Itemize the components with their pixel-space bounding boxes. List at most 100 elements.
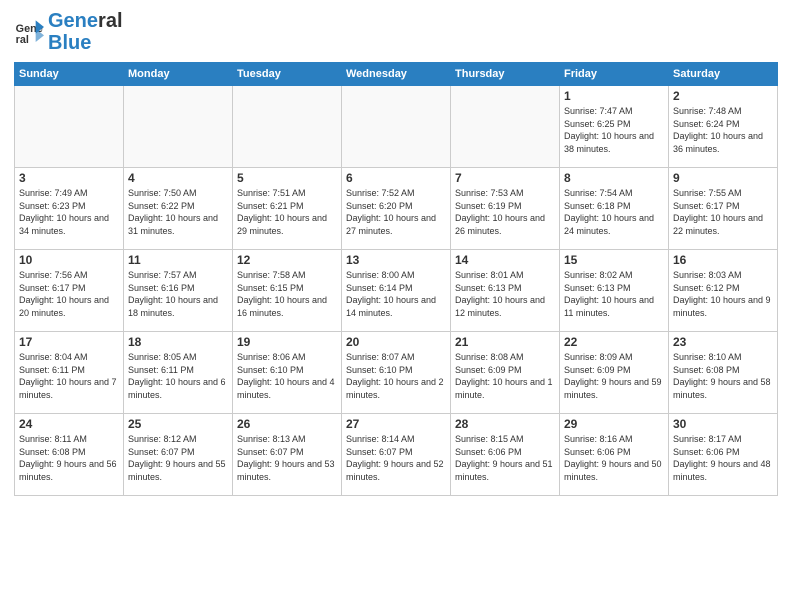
day-info: Sunrise: 7:50 AMSunset: 6:22 PMDaylight:…: [128, 187, 228, 237]
day-info: Sunrise: 8:15 AMSunset: 6:06 PMDaylight:…: [455, 433, 555, 483]
day-number: 19: [237, 335, 337, 349]
calendar-cell: [233, 86, 342, 168]
day-number: 1: [564, 89, 664, 103]
weekday-header: Wednesday: [342, 63, 451, 86]
calendar-cell: 4Sunrise: 7:50 AMSunset: 6:22 PMDaylight…: [124, 168, 233, 250]
day-info: Sunrise: 8:16 AMSunset: 6:06 PMDaylight:…: [564, 433, 664, 483]
day-number: 9: [673, 171, 773, 185]
calendar-cell: 5 Sunrise: 7:51 AMSunset: 6:21 PMDaylight…: [233, 168, 342, 250]
calendar-cell: 28 Sunrise: 8:15 AMSunset: 6:06 PMDayligh…: [451, 414, 560, 496]
day-info: Sunrise: 7:51 AMSunset: 6:21 PMDaylight:…: [237, 187, 337, 237]
day-number: 28: [455, 417, 555, 431]
day-info: Sunrise: 8:02 AMSunset: 6:13 PMDaylight:…: [564, 269, 664, 319]
calendar-cell: [15, 86, 124, 168]
calendar-cell: 29 Sunrise: 8:16 AMSunset: 6:06 PMDayligh…: [560, 414, 669, 496]
calendar-cell: 21 Sunrise: 8:08 AMSunset: 6:09 PMDayligh…: [451, 332, 560, 414]
calendar-week-row: 1 Sunrise: 7:47 AMSunset: 6:25 PMDaylight…: [15, 86, 778, 168]
day-number: 13: [346, 253, 446, 267]
day-info: Sunrise: 7:53 AMSunset: 6:19 PMDaylight:…: [455, 187, 555, 237]
weekday-header-row: SundayMondayTuesdayWednesdayThursdayFrid…: [15, 63, 778, 86]
day-number: 23: [673, 335, 773, 349]
day-info: Sunrise: 8:06 AMSunset: 6:10 PMDaylight:…: [237, 351, 337, 401]
day-number: 18: [128, 335, 228, 349]
calendar-cell: 22Sunrise: 8:09 AMSunset: 6:09 PMDayligh…: [560, 332, 669, 414]
weekday-header: Monday: [124, 63, 233, 86]
logo-text: GeneralBlue: [48, 10, 123, 54]
day-number: 6: [346, 171, 446, 185]
day-info: Sunrise: 8:07 AMSunset: 6:10 PMDaylight:…: [346, 351, 446, 401]
day-number: 21: [455, 335, 555, 349]
day-number: 8: [564, 171, 664, 185]
calendar-cell: 2 Sunrise: 7:48 AMSunset: 6:24 PMDaylight…: [669, 86, 778, 168]
day-number: 27: [346, 417, 446, 431]
calendar-cell: 17Sunrise: 8:04 AMSunset: 6:11 PMDayligh…: [15, 332, 124, 414]
day-number: 11: [128, 253, 228, 267]
day-info: Sunrise: 7:52 AMSunset: 6:20 PMDaylight:…: [346, 187, 446, 237]
calendar-cell: [124, 86, 233, 168]
day-info: Sunrise: 7:48 AMSunset: 6:24 PMDaylight:…: [673, 105, 773, 155]
day-info: Sunrise: 8:00 AMSunset: 6:14 PMDaylight:…: [346, 269, 446, 319]
calendar-week-row: 3Sunrise: 7:49 AMSunset: 6:23 PMDaylight…: [15, 168, 778, 250]
calendar-cell: 27Sunrise: 8:14 AMSunset: 6:07 PMDayligh…: [342, 414, 451, 496]
day-number: 14: [455, 253, 555, 267]
calendar-cell: 16 Sunrise: 8:03 AMSunset: 6:12 PMDayligh…: [669, 250, 778, 332]
day-info: Sunrise: 8:13 AMSunset: 6:07 PMDaylight:…: [237, 433, 337, 483]
day-info: Sunrise: 8:01 AMSunset: 6:13 PMDaylight:…: [455, 269, 555, 319]
calendar-cell: 10 Sunrise: 7:56 AMSunset: 6:17 PMDayligh…: [15, 250, 124, 332]
weekday-header: Tuesday: [233, 63, 342, 86]
day-info: Sunrise: 7:49 AMSunset: 6:23 PMDaylight:…: [19, 187, 119, 237]
day-info: Sunrise: 8:08 AMSunset: 6:09 PMDaylight:…: [455, 351, 555, 401]
calendar-cell: 20 Sunrise: 8:07 AMSunset: 6:10 PMDayligh…: [342, 332, 451, 414]
day-info: Sunrise: 7:47 AMSunset: 6:25 PMDaylight:…: [564, 105, 664, 155]
weekday-header: Saturday: [669, 63, 778, 86]
day-info: Sunrise: 7:54 AMSunset: 6:18 PMDaylight:…: [564, 187, 664, 237]
calendar-cell: [342, 86, 451, 168]
calendar-cell: [451, 86, 560, 168]
day-number: 24: [19, 417, 119, 431]
day-info: Sunrise: 8:11 AMSunset: 6:08 PMDaylight:…: [19, 433, 119, 483]
calendar-cell: 9 Sunrise: 7:55 AMSunset: 6:17 PMDaylight…: [669, 168, 778, 250]
calendar-cell: 1 Sunrise: 7:47 AMSunset: 6:25 PMDaylight…: [560, 86, 669, 168]
day-number: 29: [564, 417, 664, 431]
calendar-cell: 12 Sunrise: 7:58 AMSunset: 6:15 PMDayligh…: [233, 250, 342, 332]
day-info: Sunrise: 8:03 AMSunset: 6:12 PMDaylight:…: [673, 269, 773, 319]
day-info: Sunrise: 7:56 AMSunset: 6:17 PMDaylight:…: [19, 269, 119, 319]
calendar-cell: 11Sunrise: 7:57 AMSunset: 6:16 PMDayligh…: [124, 250, 233, 332]
day-info: Sunrise: 8:09 AMSunset: 6:09 PMDaylight:…: [564, 351, 664, 401]
calendar-cell: 14 Sunrise: 8:01 AMSunset: 6:13 PMDayligh…: [451, 250, 560, 332]
day-number: 17: [19, 335, 119, 349]
day-number: 30: [673, 417, 773, 431]
day-number: 12: [237, 253, 337, 267]
calendar-cell: 23Sunrise: 8:10 AMSunset: 6:08 PMDayligh…: [669, 332, 778, 414]
day-number: 15: [564, 253, 664, 267]
day-number: 5: [237, 171, 337, 185]
logo-icon: Gene ral: [14, 17, 44, 47]
calendar-cell: 30 Sunrise: 8:17 AMSunset: 6:06 PMDayligh…: [669, 414, 778, 496]
calendar-cell: 19 Sunrise: 8:06 AMSunset: 6:10 PMDayligh…: [233, 332, 342, 414]
day-info: Sunrise: 7:55 AMSunset: 6:17 PMDaylight:…: [673, 187, 773, 237]
weekday-header: Friday: [560, 63, 669, 86]
day-info: Sunrise: 7:58 AMSunset: 6:15 PMDaylight:…: [237, 269, 337, 319]
day-info: Sunrise: 8:12 AMSunset: 6:07 PMDaylight:…: [128, 433, 228, 483]
calendar-week-row: 17Sunrise: 8:04 AMSunset: 6:11 PMDayligh…: [15, 332, 778, 414]
main-container: Gene ral GeneralBlue SundayMondayTuesday…: [0, 0, 792, 502]
day-info: Sunrise: 8:17 AMSunset: 6:06 PMDaylight:…: [673, 433, 773, 483]
day-number: 20: [346, 335, 446, 349]
day-info: Sunrise: 8:05 AMSunset: 6:11 PMDaylight:…: [128, 351, 228, 401]
calendar-week-row: 24 Sunrise: 8:11 AMSunset: 6:08 PMDayligh…: [15, 414, 778, 496]
day-number: 2: [673, 89, 773, 103]
calendar-cell: 8 Sunrise: 7:54 AMSunset: 6:18 PMDaylight…: [560, 168, 669, 250]
day-number: 10: [19, 253, 119, 267]
calendar-cell: 24 Sunrise: 8:11 AMSunset: 6:08 PMDayligh…: [15, 414, 124, 496]
calendar-cell: 25 Sunrise: 8:12 AMSunset: 6:07 PMDayligh…: [124, 414, 233, 496]
svg-text:ral: ral: [16, 34, 29, 46]
calendar-cell: 18 Sunrise: 8:05 AMSunset: 6:11 PMDayligh…: [124, 332, 233, 414]
calendar-cell: 3Sunrise: 7:49 AMSunset: 6:23 PMDaylight…: [15, 168, 124, 250]
calendar-cell: 6 Sunrise: 7:52 AMSunset: 6:20 PMDaylight…: [342, 168, 451, 250]
day-number: 26: [237, 417, 337, 431]
calendar-cell: 15 Sunrise: 8:02 AMSunset: 6:13 PMDayligh…: [560, 250, 669, 332]
header: Gene ral GeneralBlue: [14, 10, 778, 54]
day-number: 25: [128, 417, 228, 431]
day-number: 16: [673, 253, 773, 267]
calendar-table: SundayMondayTuesdayWednesdayThursdayFrid…: [14, 62, 778, 496]
